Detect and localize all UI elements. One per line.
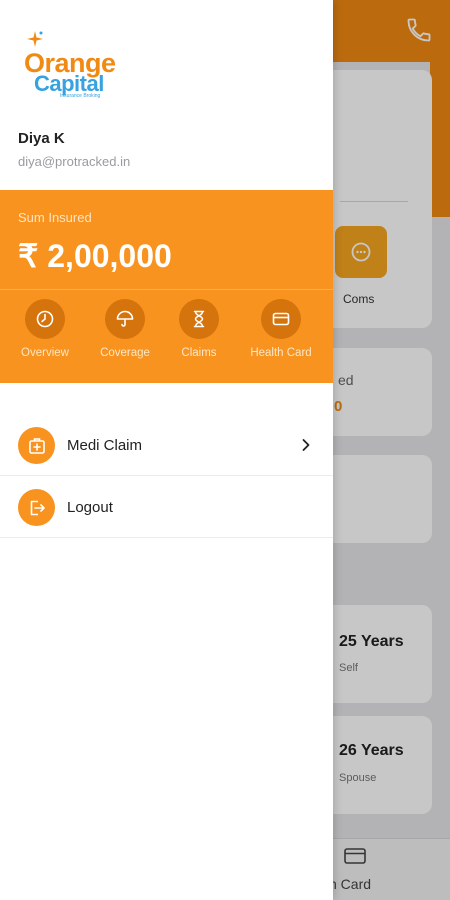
quick-action-overview[interactable]: Overview — [0, 299, 90, 359]
hourglass-icon — [179, 299, 219, 339]
card-icon — [261, 299, 301, 339]
menu-item-label: Medi Claim — [67, 437, 143, 454]
quick-action-label: Claims — [181, 347, 217, 359]
menu-item-label: Logout — [67, 499, 113, 516]
umbrella-icon — [105, 299, 145, 339]
orange-capital-logo: Orange Capital Insurance Broking — [20, 30, 130, 102]
logo-tagline: Insurance Broking — [60, 93, 101, 99]
menu-item-logout[interactable]: Logout — [0, 478, 333, 538]
chevron-right-icon — [302, 439, 310, 451]
sum-insured-label: Sum Insured — [18, 210, 92, 225]
sum-insured-panel: Sum Insured ₹ 2,00,000 Overview Coverage — [0, 190, 333, 383]
sparkle-icon — [27, 31, 43, 47]
logout-icon — [18, 489, 55, 526]
user-name: Diya K — [18, 130, 65, 147]
quick-action-label: Health Card — [250, 347, 312, 359]
quick-action-label: Overview — [21, 347, 69, 359]
menu-item-medi-claim[interactable]: Medi Claim — [0, 416, 333, 476]
clock-icon — [25, 299, 65, 339]
sum-insured-value: ₹ 2,00,000 — [18, 238, 172, 274]
navigation-drawer: Orange Capital Insurance Broking Diya K … — [0, 0, 333, 900]
user-email: diya@protracked.in — [18, 154, 131, 169]
quick-action-claims[interactable]: Claims — [154, 299, 244, 359]
panel-divider — [0, 289, 333, 290]
medical-kit-icon — [18, 427, 55, 464]
quick-action-health-card[interactable]: Health Card — [236, 299, 326, 359]
